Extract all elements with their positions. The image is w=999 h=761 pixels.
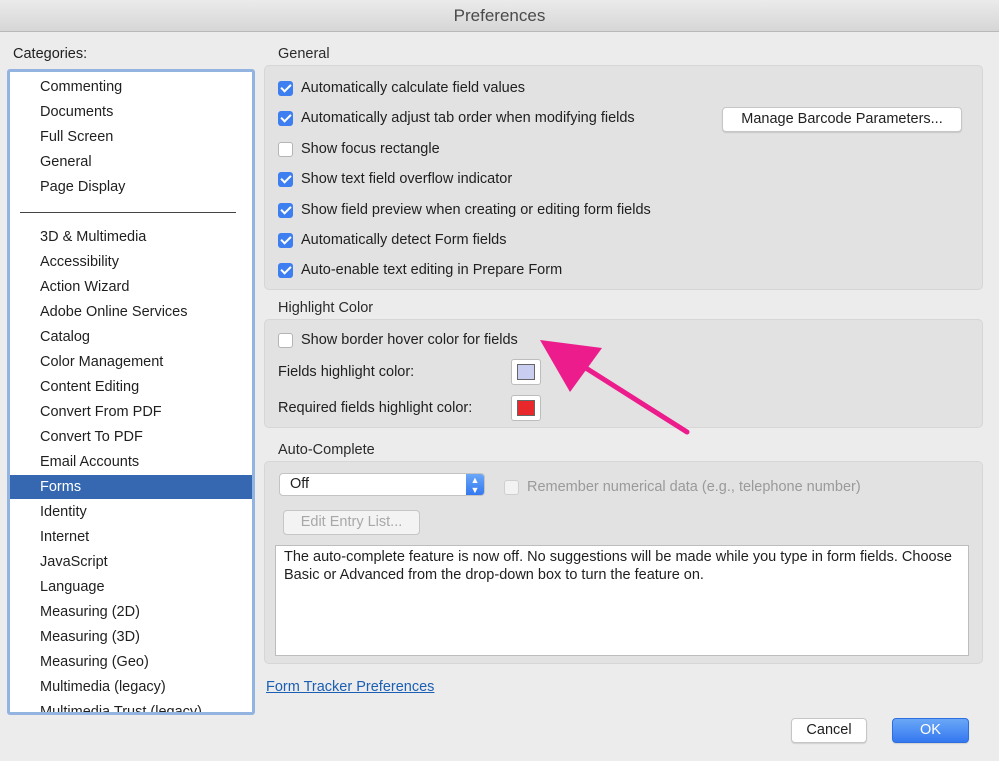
autocomplete-mode-select[interactable]: Off ▲ ▼ <box>279 473 485 496</box>
category-full-screen[interactable]: Full Screen <box>10 125 252 149</box>
option-adjust-tab-order[interactable]: Automatically adjust tab order when modi… <box>278 107 635 129</box>
general-section-title: General <box>278 46 330 62</box>
highlight-section-title: Highlight Color <box>278 300 374 316</box>
category-measuring-2d[interactable]: Measuring (2D) <box>10 600 252 624</box>
checkbox-checked-icon[interactable] <box>278 262 293 278</box>
category-language[interactable]: Language <box>10 575 252 599</box>
option-label: Show field preview when creating or edit… <box>301 202 651 218</box>
autocomplete-mode-value: Off <box>290 476 310 492</box>
option-label: Show text field overflow indicator <box>301 171 513 187</box>
checkbox-checked-icon[interactable] <box>278 171 293 187</box>
fields-highlight-label: Fields highlight color: <box>278 364 415 380</box>
checkbox-checked-icon[interactable] <box>278 232 293 248</box>
autocomplete-section-title: Auto-Complete <box>278 442 375 458</box>
category-multimedia-trust-legacy[interactable]: Multimedia Trust (legacy) <box>10 700 252 712</box>
autocomplete-description: The auto-complete feature is now off. No… <box>275 545 969 656</box>
category-general[interactable]: General <box>10 150 252 174</box>
pink-arrow-icon <box>540 340 690 435</box>
option-remember-numerical[interactable]: Remember numerical data (e.g., telephone… <box>504 476 861 498</box>
category-adobe-online-services[interactable]: Adobe Online Services <box>10 300 252 324</box>
option-auto-enable-editing[interactable]: Auto-enable text editing in Prepare Form <box>278 259 562 281</box>
option-overflow-indicator[interactable]: Show text field overflow indicator <box>278 168 512 190</box>
option-label: Automatically calculate field values <box>301 80 526 96</box>
updown-chevron-icon: ▲ ▼ <box>466 474 484 495</box>
category-action-wizard[interactable]: Action Wizard <box>10 275 252 299</box>
categories-label: Categories: <box>13 46 88 62</box>
category-commenting[interactable]: Commenting <box>10 75 252 99</box>
option-label: Remember numerical data (e.g., telephone… <box>527 479 861 495</box>
edit-entry-list-button[interactable]: Edit Entry List... <box>283 510 420 535</box>
option-detect-form-fields[interactable]: Automatically detect Form fields <box>278 229 507 251</box>
manage-barcode-button[interactable]: Manage Barcode Parameters... <box>722 107 962 132</box>
required-highlight-label: Required fields highlight color: <box>278 400 473 416</box>
category-color-management[interactable]: Color Management <box>10 350 252 374</box>
checkbox-checked-icon[interactable] <box>278 80 293 96</box>
category-3d-multimedia[interactable]: 3D & Multimedia <box>10 225 252 249</box>
category-multimedia-legacy[interactable]: Multimedia (legacy) <box>10 675 252 699</box>
window-title: Preferences <box>0 0 999 32</box>
option-label: Show border hover color for fields <box>301 332 518 348</box>
option-focus-rectangle[interactable]: Show focus rectangle <box>278 138 440 160</box>
ok-button[interactable]: OK <box>892 718 969 743</box>
cancel-button[interactable]: Cancel <box>791 718 867 743</box>
option-label: Auto-enable text editing in Prepare Form <box>301 262 563 278</box>
form-tracker-preferences-link[interactable]: Form Tracker Preferences <box>266 679 434 695</box>
category-internet[interactable]: Internet <box>10 525 252 549</box>
category-accessibility[interactable]: Accessibility <box>10 250 252 274</box>
checkbox-checked-icon[interactable] <box>278 202 293 218</box>
checkbox-checked-icon[interactable] <box>278 110 293 126</box>
checkbox-disabled-icon[interactable] <box>504 479 519 495</box>
option-label: Show focus rectangle <box>301 141 440 157</box>
option-calculate-fields[interactable]: Automatically calculate field values <box>278 77 525 99</box>
option-label: Automatically adjust tab order when modi… <box>301 110 635 126</box>
checkbox-unchecked-icon[interactable] <box>278 141 293 157</box>
category-measuring-3d[interactable]: Measuring (3D) <box>10 625 252 649</box>
option-border-hover-color[interactable]: Show border hover color for fields <box>278 329 518 351</box>
checkbox-unchecked-icon[interactable] <box>278 332 293 348</box>
category-identity[interactable]: Identity <box>10 500 252 524</box>
category-javascript[interactable]: JavaScript <box>10 550 252 574</box>
category-forms[interactable]: Forms <box>10 475 252 499</box>
category-convert-to-pdf[interactable]: Convert To PDF <box>10 425 252 449</box>
category-measuring-geo[interactable]: Measuring (Geo) <box>10 650 252 674</box>
category-page-display[interactable]: Page Display <box>10 175 252 199</box>
option-field-preview[interactable]: Show field preview when creating or edit… <box>278 199 651 221</box>
category-divider <box>20 212 236 213</box>
categories-list[interactable]: Commenting Documents Full Screen General… <box>7 69 255 715</box>
category-catalog[interactable]: Catalog <box>10 325 252 349</box>
category-email-accounts[interactable]: Email Accounts <box>10 450 252 474</box>
category-convert-from-pdf[interactable]: Convert From PDF <box>10 400 252 424</box>
category-documents[interactable]: Documents <box>10 100 252 124</box>
option-label: Automatically detect Form fields <box>301 232 507 248</box>
category-content-editing[interactable]: Content Editing <box>10 375 252 399</box>
